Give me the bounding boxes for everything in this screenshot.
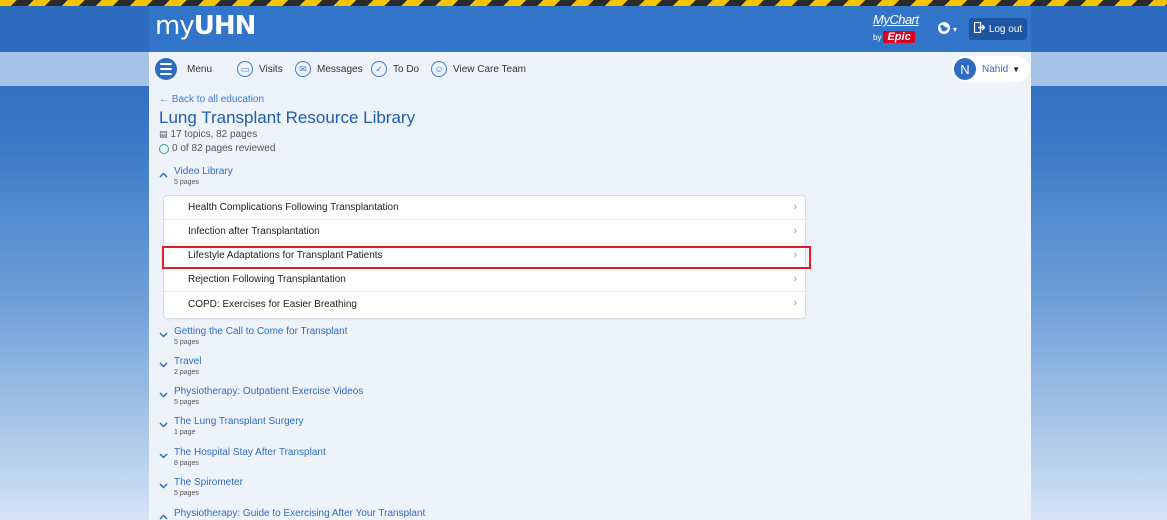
chevron-right-icon: › bbox=[793, 201, 797, 213]
nav-messages-label: Messages bbox=[317, 63, 363, 75]
list-item[interactable]: Health Complications Following Transplan… bbox=[164, 196, 805, 220]
summary-text: 17 topics, 82 pages bbox=[170, 129, 258, 140]
logout-icon bbox=[973, 21, 986, 36]
nav-care-team[interactable]: ☺ View Care Team bbox=[431, 52, 526, 86]
progress-ring-icon bbox=[159, 143, 169, 154]
team-icon: ☺ bbox=[431, 61, 447, 77]
topic-title: The Spirometer bbox=[174, 477, 243, 488]
topic-count: 1 page bbox=[174, 429, 196, 436]
topic-count: 5 pages bbox=[174, 339, 199, 346]
chevron-right-icon: › bbox=[793, 297, 797, 309]
page-label: Infection after Transplantation bbox=[188, 226, 320, 237]
myuhn-logo[interactable]: myUHN bbox=[155, 11, 257, 41]
topic-title: Getting the Call to Come for Transplant bbox=[174, 326, 348, 337]
chevron-down-icon bbox=[159, 422, 168, 430]
top-header: myUHN MyChart by Epic ▾ Log out bbox=[0, 6, 1167, 52]
highlight-annotation-box bbox=[162, 246, 811, 269]
main-content: ← Back to all education Lung Transplant … bbox=[149, 86, 1031, 520]
nav-visits-label: Visits bbox=[259, 63, 283, 75]
nav-bar-inner: Menu ▭ Visits ✉ Messages ✓ To Do ☺ View … bbox=[149, 52, 1031, 86]
library-summary: ▤ 17 topics, 82 pages bbox=[159, 129, 257, 140]
user-name: Nahid bbox=[982, 63, 1009, 75]
logo-prefix: my bbox=[155, 11, 195, 41]
nav-todo[interactable]: ✓ To Do bbox=[371, 52, 419, 86]
topic-count: 5 pages bbox=[174, 399, 199, 406]
avatar: N bbox=[954, 58, 976, 80]
nav-todo-label: To Do bbox=[393, 63, 420, 75]
chevron-up-icon bbox=[159, 172, 168, 180]
nav-messages[interactable]: ✉ Messages bbox=[295, 52, 363, 86]
topic-count: 5 pages bbox=[174, 179, 199, 186]
list-item[interactable]: Infection after Transplantation › bbox=[164, 220, 805, 244]
list-item[interactable]: Rejection Following Transplantation › bbox=[164, 268, 805, 292]
menu-label: Menu bbox=[187, 63, 213, 75]
page-label: Health Complications Following Transplan… bbox=[188, 202, 399, 213]
progress-summary: 0 of 82 pages reviewed bbox=[159, 143, 275, 154]
topic-title: Physiotherapy: Outpatient Exercise Video… bbox=[174, 386, 364, 397]
topic-count: 8 pages bbox=[174, 460, 199, 467]
logout-label: Log out bbox=[988, 23, 1023, 35]
topic-title: The Hospital Stay After Transplant bbox=[174, 447, 326, 458]
chevron-down-icon: ▾ bbox=[953, 24, 958, 34]
menu-button[interactable]: Menu bbox=[155, 52, 212, 86]
topic-count: 2 pages bbox=[174, 369, 199, 376]
calendar-icon: ▭ bbox=[237, 61, 253, 77]
topic-title: Video Library bbox=[174, 166, 233, 177]
topic-title: Travel bbox=[174, 356, 202, 367]
nav-bar: Menu ▭ Visits ✉ Messages ✓ To Do ☺ View … bbox=[0, 52, 1167, 86]
user-menu[interactable]: N Nahid ▼ bbox=[952, 56, 1030, 82]
chevron-down-icon bbox=[159, 483, 168, 491]
mychart-by: by bbox=[873, 33, 882, 42]
chevron-down-icon bbox=[159, 362, 168, 370]
mychart-epic-logo: MyChart by Epic bbox=[873, 12, 925, 43]
chevron-up-icon bbox=[159, 514, 168, 520]
nav-care-team-label: View Care Team bbox=[453, 63, 526, 75]
page-label: Rejection Following Transplantation bbox=[188, 274, 346, 285]
chevron-down-icon bbox=[159, 332, 168, 340]
nav-visits[interactable]: ▭ Visits bbox=[237, 52, 283, 86]
mychart-text: MyChart bbox=[873, 12, 919, 27]
envelope-icon: ✉ bbox=[295, 61, 311, 77]
chevron-down-icon bbox=[159, 392, 168, 400]
logo-main: UHN bbox=[193, 11, 257, 41]
topic-title: The Lung Transplant Surgery bbox=[174, 416, 304, 427]
chevron-down-icon: ▼ bbox=[1012, 64, 1021, 74]
hamburger-icon bbox=[155, 58, 177, 80]
logout-button[interactable]: Log out bbox=[969, 18, 1027, 40]
epic-badge: Epic bbox=[883, 31, 915, 43]
topic-count: 5 pages bbox=[174, 490, 199, 497]
header-inner: myUHN MyChart by Epic ▾ Log out bbox=[149, 6, 1031, 52]
chevron-down-icon bbox=[159, 453, 168, 461]
language-button[interactable]: ▾ bbox=[937, 19, 963, 39]
back-link[interactable]: ← Back to all education bbox=[159, 94, 264, 105]
page-label: COPD: Exercises for Easier Breathing bbox=[188, 298, 357, 310]
book-icon: ▤ bbox=[159, 129, 168, 139]
chevron-right-icon: › bbox=[793, 273, 797, 285]
chevron-right-icon: › bbox=[793, 225, 797, 237]
globe-icon bbox=[937, 21, 951, 38]
list-item[interactable]: COPD: Exercises for Easier Breathing › bbox=[164, 292, 805, 316]
checkmark-icon: ✓ bbox=[371, 61, 387, 77]
progress-text: 0 of 82 pages reviewed bbox=[172, 143, 276, 154]
page-title: Lung Transplant Resource Library bbox=[159, 108, 416, 127]
topic-title: Physiotherapy: Guide to Exercising After… bbox=[174, 508, 426, 519]
